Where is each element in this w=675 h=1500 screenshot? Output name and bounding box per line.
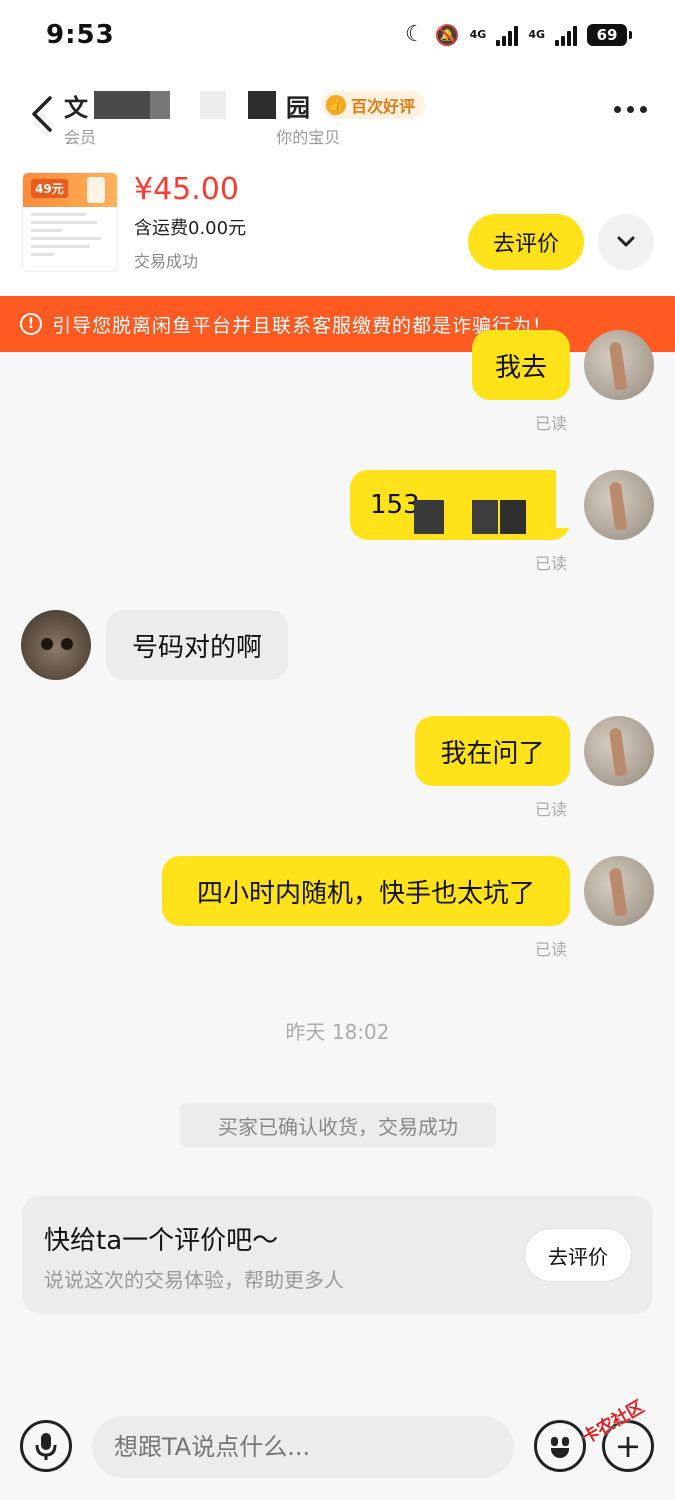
- chat-subtitle: 会员 你的宝贝: [64, 124, 425, 148]
- thumbs-up-icon: 👍: [326, 95, 346, 115]
- review-prompt-title: 快给ta一个评价吧～: [44, 1226, 279, 1256]
- more-dots-icon: [627, 106, 634, 113]
- signal-icon: [555, 24, 577, 46]
- message-bubble-peer[interactable]: 号码对的啊: [106, 610, 288, 680]
- product-shipping: 含运费0.00元: [134, 218, 247, 239]
- name-redaction: [94, 91, 150, 119]
- more-dots-icon: [614, 106, 621, 113]
- voice-button[interactable]: [20, 1420, 72, 1472]
- my-avatar[interactable]: [584, 470, 654, 540]
- timestamp: 昨天 18:02: [285, 1020, 390, 1044]
- my-avatar[interactable]: [584, 856, 654, 926]
- message-text: 153: [370, 490, 420, 520]
- phone-redaction: [472, 500, 498, 534]
- review-button[interactable]: 去评价: [468, 214, 584, 270]
- signal-icon: [496, 24, 519, 46]
- status-time: 9:53: [46, 20, 115, 50]
- more-dots-icon: [640, 106, 647, 113]
- chat-title[interactable]: 文 园 👍 百次好评 会员 你的宝贝: [64, 88, 426, 148]
- warning-text: 引导您脱离闲鱼平台并且联系客服缴费的都是诈骗行为！: [52, 314, 553, 337]
- read-status: 已读: [535, 414, 568, 433]
- message-bubble-me[interactable]: 153: [350, 470, 570, 540]
- product-thumbnail[interactable]: 49元: [22, 172, 118, 272]
- my-avatar[interactable]: [584, 716, 654, 786]
- mute-icon: 🔕: [434, 22, 460, 47]
- name-redaction: [200, 91, 226, 119]
- message-bubble-me[interactable]: 我去: [472, 330, 570, 400]
- chat-header: 文 园 👍 百次好评 会员 你的宝贝: [0, 72, 675, 158]
- chevron-down-icon: [617, 236, 635, 247]
- network-type-2: 4G: [528, 28, 545, 41]
- subtitle-end: 你的宝贝: [276, 128, 341, 147]
- rating-badge: 👍 百次好评: [322, 91, 426, 119]
- read-status: 已读: [535, 940, 568, 959]
- fraud-warning-banner: ! 引导您脱离闲鱼平台并且联系客服缴费的都是诈骗行为！: [0, 296, 675, 352]
- peer-name-start: 文: [64, 93, 88, 122]
- network-type-1: 4G: [469, 28, 487, 41]
- product-price: ¥45.00: [134, 172, 239, 207]
- review-prompt-card: 快给ta一个评价吧～ 说说这次的交易体验，帮助更多人 去评价: [22, 1196, 653, 1314]
- thumbnail-text: [23, 207, 117, 267]
- plus-icon: +: [614, 1427, 642, 1465]
- more-options-button[interactable]: [614, 106, 647, 113]
- name-redaction: [150, 91, 170, 119]
- warning-icon: !: [20, 313, 42, 335]
- status-bar: 9:53 ☾ 🔕 4G 4G 69: [0, 0, 675, 72]
- peer-avatar[interactable]: [21, 610, 91, 680]
- name-redaction: [248, 91, 276, 119]
- phone-image: [87, 177, 105, 203]
- back-arrow-icon: [32, 96, 52, 132]
- product-status: 交易成功: [134, 252, 199, 271]
- phone-redaction: [500, 500, 526, 534]
- system-message: 买家已确认收货，交易成功: [180, 1103, 496, 1147]
- moon-icon: ☾: [404, 22, 425, 47]
- redaction-overlay: [556, 470, 584, 528]
- phone-redaction: [414, 500, 444, 534]
- badge-label: 百次好评: [351, 97, 416, 116]
- status-icons: ☾ 🔕 4G 4G 69: [404, 22, 632, 47]
- product-card[interactable]: 49元 ¥45.00 含运费0.00元 交易成功 去评价: [0, 158, 675, 296]
- review-prompt-desc: 说说这次的交易体验，帮助更多人: [44, 1268, 344, 1292]
- input-bar: +: [0, 1400, 675, 1500]
- emoji-icon: [551, 1448, 569, 1458]
- peer-name-end: 园: [286, 93, 310, 122]
- back-button[interactable]: [26, 92, 62, 136]
- subtitle-start: 会员: [64, 128, 97, 147]
- my-avatar[interactable]: [584, 330, 654, 400]
- thumbnail-price: 49元: [31, 179, 68, 198]
- battery-icon: 69: [587, 23, 632, 46]
- message-bubble-me[interactable]: 我在问了: [415, 716, 570, 786]
- read-status: 已读: [535, 554, 568, 573]
- read-status: 已读: [535, 800, 568, 819]
- mic-icon: [35, 1433, 57, 1460]
- emoji-icon: [562, 1437, 569, 1446]
- review-prompt-button[interactable]: 去评价: [524, 1228, 632, 1282]
- message-input[interactable]: [92, 1416, 514, 1478]
- message-bubble-me[interactable]: 四小时内随机，快手也太坑了: [162, 856, 570, 926]
- emoji-icon: [551, 1437, 558, 1446]
- expand-button[interactable]: [598, 214, 654, 270]
